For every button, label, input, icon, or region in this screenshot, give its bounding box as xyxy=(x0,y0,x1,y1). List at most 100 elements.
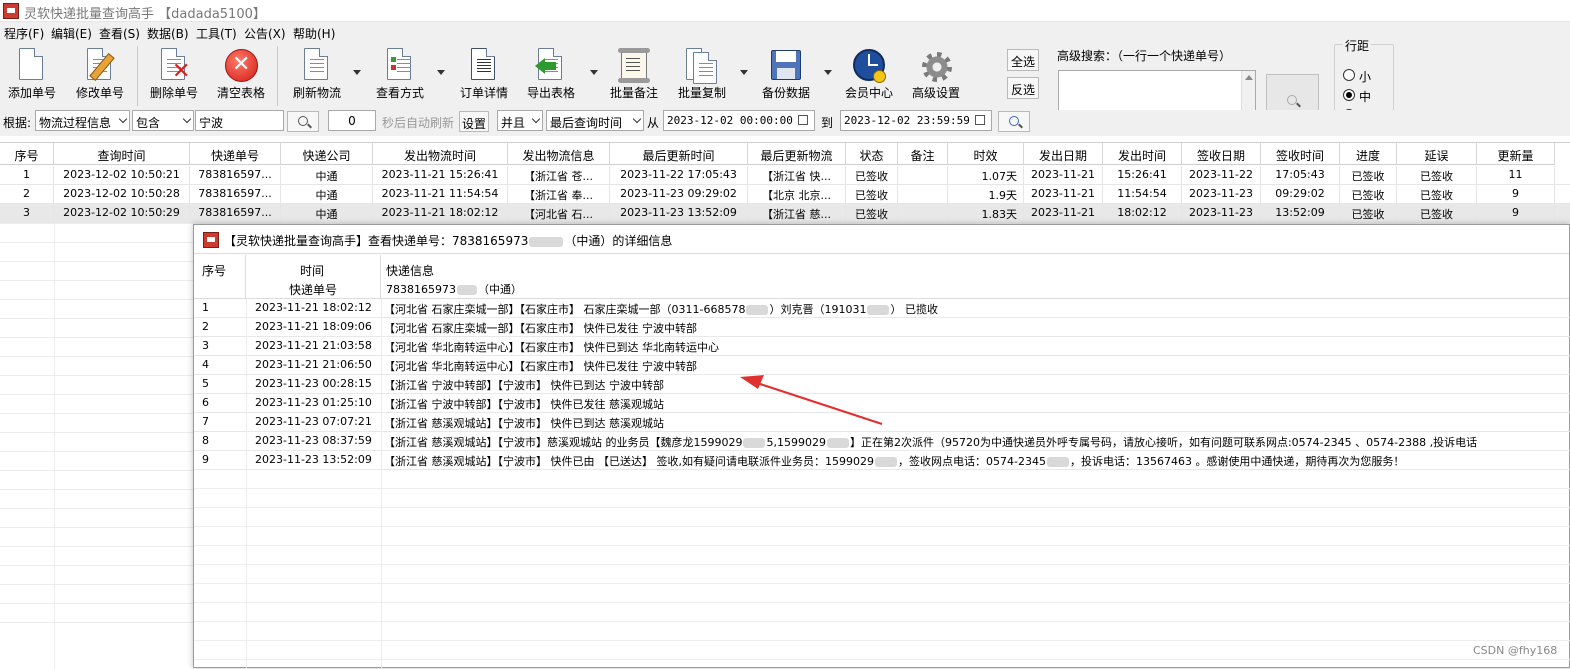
grid-cell: 17:05:43 xyxy=(1261,166,1340,185)
grid-cell: 已签收 xyxy=(846,166,898,185)
grid-cell: 2023-11-23 xyxy=(1182,204,1261,223)
menu-edit[interactable]: 编辑(E) xyxy=(51,25,92,42)
chevron-down-icon xyxy=(531,114,541,124)
table-row[interactable]: 2 2023-12-02 10:50:28 783816597... 中通 2023-1… xyxy=(0,185,1570,204)
export-dropdown-icon[interactable] xyxy=(590,70,598,75)
member-center-button[interactable]: 会员中心 xyxy=(837,44,901,100)
order-detail-button[interactable]: 订单详情 xyxy=(452,44,516,100)
filter-search-button[interactable] xyxy=(287,111,319,132)
advanced-settings-button[interactable]: 高级设置 xyxy=(904,44,968,100)
grid-header-cell[interactable]: 发出物流时间 xyxy=(373,143,508,165)
grid-header-cell[interactable]: 延误 xyxy=(1397,143,1477,165)
clear-circle-icon: ✕ xyxy=(225,48,258,82)
auto-refresh-set-button[interactable]: 设置 xyxy=(459,111,489,132)
window-title: 灵软快递批量查询高手 【dadada5100】 xyxy=(24,7,266,22)
batch-copy-button[interactable]: 批量复制 xyxy=(670,44,734,100)
time-field-value: 最后查询时间 xyxy=(550,116,623,130)
grid-header-cell[interactable]: 时效 xyxy=(948,143,1024,165)
export-table-button[interactable]: 导出表格 xyxy=(519,44,583,100)
table-row[interactable]: 1 2023-12-02 10:50:21 783816597... 中通 2023-1… xyxy=(0,166,1570,185)
grid-cell: 13:52:09 xyxy=(1261,204,1340,223)
filter-keyword-input[interactable]: 宁波 xyxy=(195,110,284,131)
filter-condition-select[interactable]: 包含 xyxy=(132,110,194,131)
grid-header-cell[interactable]: 快递公司 xyxy=(281,143,373,165)
grid-header-cell[interactable]: 快递单号 xyxy=(190,143,281,165)
refresh-logistics-button[interactable]: 刷新物流 xyxy=(285,44,349,100)
member-clock-icon xyxy=(853,48,886,83)
filter-condition-value: 包含 xyxy=(136,116,161,130)
grid-cell: 2023-11-23 13:52:09 xyxy=(610,204,748,223)
grid-cell: 中通 xyxy=(281,166,373,185)
grid-header-cell[interactable]: 进度 xyxy=(1340,143,1397,165)
detail-sheet-icon xyxy=(468,48,500,82)
grid-cell: 【浙江省 慈... xyxy=(748,204,846,223)
grid-cell: 1 xyxy=(0,166,54,185)
copy-dropdown-icon[interactable] xyxy=(740,70,748,75)
grid-header-cell[interactable]: 状态 xyxy=(846,143,898,165)
grid-cell: 3 xyxy=(0,204,54,223)
invert-select-button[interactable]: 反选 xyxy=(1007,77,1039,99)
spacing-medium-radio[interactable] xyxy=(1343,89,1355,101)
grid-header-cell[interactable]: 发出日期 xyxy=(1024,143,1103,165)
auto-refresh-seconds-input[interactable]: 0 xyxy=(328,110,376,131)
grid-header-cell[interactable]: 最后更新时间 xyxy=(610,143,748,165)
copy-documents-icon xyxy=(686,48,718,84)
table-row[interactable]: 3 2023-12-02 10:50:29 783816597... 中通 2023-1… xyxy=(0,204,1570,223)
grid-cell: 783816597... xyxy=(190,166,281,185)
grid-header-cell[interactable]: 签收日期 xyxy=(1182,143,1261,165)
menu-view[interactable]: 查看(S) xyxy=(99,25,140,42)
backup-dropdown-icon[interactable] xyxy=(824,70,832,75)
select-all-button[interactable]: 全选 xyxy=(1007,49,1039,71)
grid-cell: 已签收 xyxy=(1397,204,1477,223)
grid-cell: 11:54:54 xyxy=(1103,185,1182,204)
grid-header-cell[interactable]: 最后更新物流 xyxy=(748,143,846,165)
menu-program[interactable]: 程序(F) xyxy=(4,25,44,42)
annotation-arrow xyxy=(740,375,883,426)
filter-field-select[interactable]: 物流过程信息 xyxy=(35,110,130,131)
filter-logic-select[interactable]: 并且 xyxy=(497,110,543,131)
from-datetime-value: 2023-12-02 00:00:00 xyxy=(667,114,793,127)
menu-tools[interactable]: 工具(T) xyxy=(196,25,237,42)
grid-cell: 2023-11-21 18:02:12 xyxy=(373,204,508,223)
grid-header-cell[interactable]: 更新量 xyxy=(1477,143,1555,165)
annotation-arrow-line xyxy=(753,380,883,426)
grid-header-cell[interactable]: 发出时间 xyxy=(1103,143,1182,165)
grid-header-cell[interactable]: 序号 xyxy=(0,143,54,165)
toolbar-separator xyxy=(137,46,138,106)
spacing-small-radio[interactable] xyxy=(1343,69,1355,81)
delete-number-button[interactable]: ✕ 删除单号 xyxy=(142,44,206,100)
backup-data-button[interactable]: 备份数据 xyxy=(754,44,818,100)
refresh-dropdown-icon[interactable] xyxy=(353,70,361,75)
floppy-disk-icon xyxy=(770,48,802,82)
grid-cell: 已签收 xyxy=(1340,166,1397,185)
time-field-select[interactable]: 最后查询时间 xyxy=(546,110,644,131)
new-document-icon xyxy=(16,48,48,82)
grid-header-cell[interactable]: 查询时间 xyxy=(54,143,190,165)
grid-cell: 9 xyxy=(1477,204,1555,223)
view-mode-button[interactable]: 查看方式 xyxy=(368,44,432,100)
to-datetime-picker[interactable]: 2023-12-02 23:59:59 xyxy=(840,110,992,131)
time-filter-search-button[interactable] xyxy=(998,111,1030,132)
menu-notice[interactable]: 公告(X) xyxy=(244,25,286,42)
batch-note-button[interactable]: 批量备注 xyxy=(602,44,666,100)
grid-cell: 9 xyxy=(1477,185,1555,204)
grid-header-cell[interactable]: 备注 xyxy=(898,143,948,165)
grid-cell: 已签收 xyxy=(1340,204,1397,223)
from-label: 从 xyxy=(647,116,660,130)
add-number-button[interactable]: 添加单号 xyxy=(0,44,64,100)
grid-cell: 2023-11-22 xyxy=(1182,166,1261,185)
menu-help[interactable]: 帮助(H) xyxy=(293,25,335,42)
grid-header-cell[interactable]: 发出物流信息 xyxy=(508,143,610,165)
grid-cell: 783816597... xyxy=(190,204,281,223)
grid-header-cell[interactable]: 签收时间 xyxy=(1261,143,1340,165)
chevron-down-icon xyxy=(118,114,128,124)
from-datetime-picker[interactable]: 2023-12-02 00:00:00 xyxy=(663,110,815,131)
edit-number-button[interactable]: 修改单号 xyxy=(68,44,132,100)
menu-data[interactable]: 数据(B) xyxy=(147,25,189,42)
grid-cell xyxy=(898,166,948,185)
view-mode-dropdown-icon[interactable] xyxy=(437,70,445,75)
grid-cell: 1.83天 xyxy=(948,204,1024,223)
grid-cell: 【浙江省 奉... xyxy=(508,185,610,204)
grid-cell: 已签收 xyxy=(1397,185,1477,204)
clear-table-button[interactable]: ✕ 清空表格 xyxy=(209,44,273,100)
